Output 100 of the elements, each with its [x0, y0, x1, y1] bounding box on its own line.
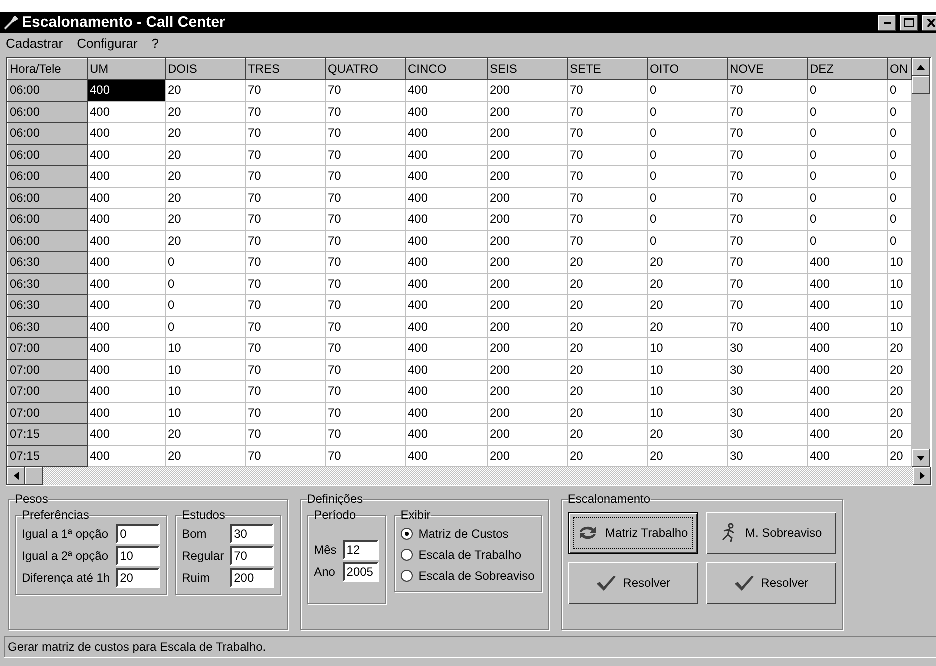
- table-cell[interactable]: 20: [166, 166, 246, 187]
- table-cell[interactable]: 70: [728, 80, 808, 101]
- table-cell[interactable]: 0: [166, 316, 246, 338]
- table-cell[interactable]: 20: [166, 101, 246, 122]
- table-cell[interactable]: 0: [888, 208, 912, 230]
- table-cell[interactable]: 20: [888, 445, 912, 466]
- table-cell[interactable]: 20: [166, 445, 246, 466]
- table-cell[interactable]: 70: [246, 359, 326, 380]
- table-cell[interactable]: 70: [728, 101, 808, 122]
- action-button[interactable]: Resolver: [568, 562, 698, 604]
- minimize-button[interactable]: [878, 14, 896, 30]
- table-cell[interactable]: 0: [648, 101, 728, 122]
- table-cell[interactable]: 70: [728, 316, 808, 338]
- table-cell[interactable]: 400: [88, 445, 166, 466]
- table-cell[interactable]: 0: [888, 101, 912, 122]
- table-cell[interactable]: 0: [888, 80, 912, 101]
- table-cell[interactable]: 0: [808, 80, 888, 101]
- column-header[interactable]: SEIS: [488, 58, 568, 80]
- table-cell[interactable]: 200: [488, 166, 568, 187]
- row-header[interactable]: 07:00: [8, 402, 88, 424]
- table-cell[interactable]: 400: [406, 230, 488, 252]
- column-header[interactable]: DEZ: [808, 58, 888, 80]
- table-cell[interactable]: 400: [406, 424, 488, 445]
- row-header[interactable]: 06:00: [8, 144, 88, 166]
- table-cell[interactable]: 200: [488, 144, 568, 166]
- table-cell[interactable]: 400: [406, 359, 488, 380]
- table-cell[interactable]: 70: [246, 402, 326, 424]
- table-cell[interactable]: 70: [326, 122, 406, 144]
- table-cell[interactable]: 30: [728, 359, 808, 380]
- table-cell[interactable]: 200: [488, 208, 568, 230]
- table-cell[interactable]: 20: [888, 359, 912, 380]
- table-cell[interactable]: 400: [88, 166, 166, 187]
- table-cell[interactable]: 20: [568, 424, 648, 445]
- row-header[interactable]: 06:00: [8, 208, 88, 230]
- table-cell[interactable]: 70: [728, 273, 808, 294]
- table-cell[interactable]: 70: [246, 144, 326, 166]
- horizontal-scrollbar[interactable]: [7, 467, 931, 485]
- table-cell[interactable]: 0: [648, 122, 728, 144]
- table-cell[interactable]: 20: [166, 424, 246, 445]
- table-cell[interactable]: 10: [648, 338, 728, 359]
- table-cell[interactable]: 400: [808, 252, 888, 273]
- table-cell[interactable]: 70: [246, 445, 326, 466]
- table-cell[interactable]: 70: [728, 122, 808, 144]
- table-cell[interactable]: 20: [568, 273, 648, 294]
- row-header[interactable]: 06:00: [8, 166, 88, 187]
- table-cell[interactable]: 70: [568, 230, 648, 252]
- table-cell[interactable]: 400: [88, 402, 166, 424]
- table-cell[interactable]: 30: [728, 424, 808, 445]
- column-header[interactable]: NOVE: [728, 58, 808, 80]
- table-cell[interactable]: 200: [488, 338, 568, 359]
- table-cell[interactable]: 30: [728, 338, 808, 359]
- table-cell[interactable]: 70: [326, 359, 406, 380]
- table-cell[interactable]: 70: [246, 208, 326, 230]
- row-header[interactable]: 06:30: [8, 252, 88, 273]
- table-cell[interactable]: 20: [648, 424, 728, 445]
- table-cell[interactable]: 200: [488, 402, 568, 424]
- radio-button[interactable]: [400, 570, 413, 582]
- table-cell[interactable]: 200: [488, 80, 568, 101]
- input-field[interactable]: 200: [230, 568, 274, 588]
- column-header[interactable]: OITO: [648, 58, 728, 80]
- table-cell[interactable]: 70: [246, 273, 326, 294]
- table-cell[interactable]: 400: [808, 316, 888, 338]
- table-cell[interactable]: 400: [406, 402, 488, 424]
- table-cell[interactable]: 0: [808, 144, 888, 166]
- table-cell[interactable]: 200: [488, 294, 568, 316]
- table-cell[interactable]: 200: [488, 380, 568, 402]
- table-cell[interactable]: 400: [808, 402, 888, 424]
- table-cell[interactable]: 0: [888, 230, 912, 252]
- table-cell[interactable]: 20: [166, 80, 246, 101]
- menu-item[interactable]: Cadastrar: [6, 36, 64, 50]
- table-cell[interactable]: 20: [166, 144, 246, 166]
- table-cell[interactable]: 400: [808, 273, 888, 294]
- table-cell[interactable]: 0: [808, 230, 888, 252]
- row-header[interactable]: 06:00: [8, 101, 88, 122]
- column-header[interactable]: ON: [888, 58, 912, 80]
- table-cell[interactable]: 10: [166, 402, 246, 424]
- table-cell[interactable]: 0: [888, 166, 912, 187]
- table-cell[interactable]: 0: [808, 187, 888, 208]
- table-cell[interactable]: 70: [728, 187, 808, 208]
- table-cell[interactable]: 70: [246, 380, 326, 402]
- menu-item[interactable]: ?: [152, 36, 160, 50]
- action-button[interactable]: M. Sobreaviso: [706, 512, 836, 554]
- table-cell[interactable]: 400: [88, 208, 166, 230]
- table-cell[interactable]: 200: [488, 445, 568, 466]
- table-cell[interactable]: 0: [808, 122, 888, 144]
- table-cell[interactable]: 70: [246, 316, 326, 338]
- menu-item[interactable]: Configurar: [77, 36, 138, 50]
- table-cell[interactable]: 70: [246, 80, 326, 101]
- table-cell[interactable]: 70: [246, 424, 326, 445]
- table-cell[interactable]: 10: [888, 294, 912, 316]
- row-header[interactable]: 06:30: [8, 294, 88, 316]
- table-cell[interactable]: 10: [888, 316, 912, 338]
- table-cell[interactable]: 400: [406, 166, 488, 187]
- table-cell[interactable]: 0: [648, 166, 728, 187]
- input-field[interactable]: 30: [230, 524, 274, 544]
- table-cell[interactable]: 70: [326, 273, 406, 294]
- table-cell[interactable]: 70: [326, 338, 406, 359]
- table-cell[interactable]: 0: [166, 294, 246, 316]
- table-cell[interactable]: 20: [568, 380, 648, 402]
- table-cell[interactable]: 20: [888, 380, 912, 402]
